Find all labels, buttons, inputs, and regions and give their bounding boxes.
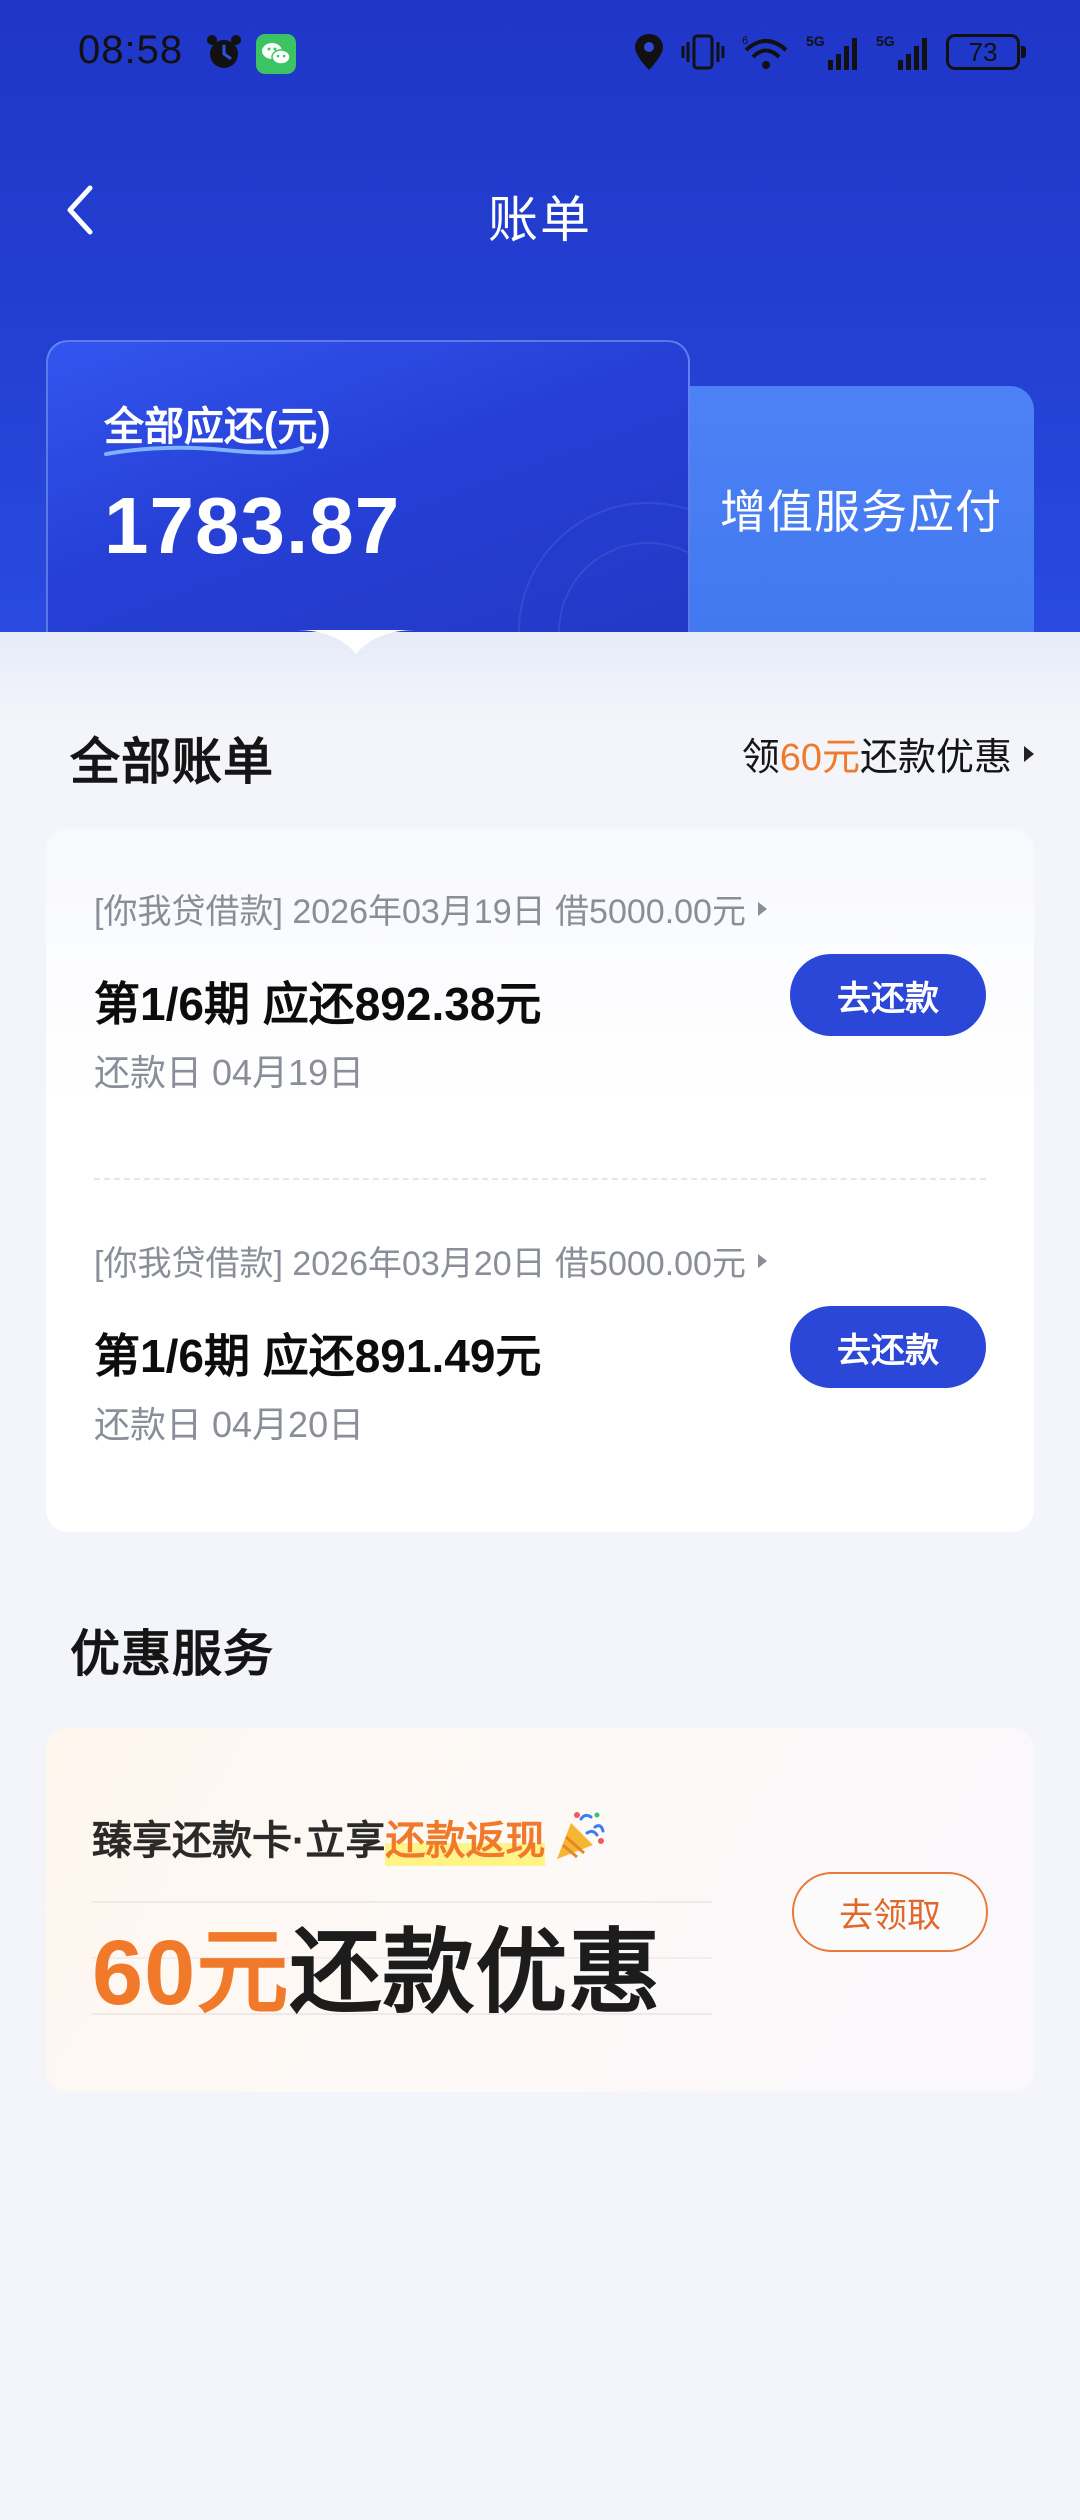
bill-loan-info-text: [你我贷借款] 2026年03月19日 借5000.00元 [94, 893, 746, 931]
label-underline-decoration [104, 445, 304, 456]
bill-loan-info-text: [你我贷借款] 2026年03月20日 借5000.00元 [94, 1245, 746, 1283]
5g-signal-icon: 5G [806, 33, 857, 70]
claim-button[interactable]: 去领取 [792, 1872, 988, 1952]
promo-subtitle: 臻享还款卡·立享 还款返现 [92, 1808, 607, 1866]
offer-link-prefix: 领 [741, 737, 780, 779]
status-time: 08:58 [78, 28, 184, 72]
tab-value-added-services-label: 增值服务应付 [720, 486, 1002, 538]
bill-loan-info[interactable]: [你我贷借款] 2026年03月19日 借5000.00元 [94, 884, 986, 933]
tab-value-added-services[interactable]: 增值服务应付 [688, 386, 1034, 640]
svg-text:6: 6 [742, 35, 748, 47]
promo-headline: 60元还款优惠 [92, 1898, 661, 2031]
caret-right-icon [757, 1253, 767, 1268]
5g-signal-icon: 5G [876, 33, 927, 70]
bill-page: 08:58 6 5G 5G 73 账单 增值服务应付 全部应还(元) 1783.… [0, 0, 1080, 2520]
bill-loan-info[interactable]: [你我贷借款] 2026年03月20日 借5000.00元 [94, 1236, 986, 1285]
wifi-icon: 6 [742, 35, 788, 69]
page-title: 账单 [488, 192, 592, 248]
status-bar: 08:58 6 5G 5G 73 [0, 0, 1080, 110]
wechat-icon [256, 34, 296, 74]
total-due-amount: 1783.87 [104, 481, 401, 570]
battery-icon: 73 [946, 34, 1026, 70]
offer-link-suffix: 还款优惠 [859, 737, 1012, 779]
promo-subtitle-highlight: 还款返现 [385, 1808, 546, 1866]
repay-button[interactable]: 去还款 [790, 1306, 986, 1388]
tab-pointer [296, 630, 416, 654]
offer-link-amount: 60元 [779, 737, 860, 779]
caret-right-icon [757, 901, 767, 916]
repayment-card-promo[interactable]: 臻享还款卡·立享 还款返现 60元还款优惠 去领取 [46, 1728, 1034, 2092]
bill-due-date: 还款日 04月20日 [94, 1404, 365, 1445]
tab-total-due[interactable]: 全部应还(元) 1783.87 [46, 340, 690, 640]
repay-button[interactable]: 去还款 [790, 954, 986, 1036]
bills-card: [你我贷借款] 2026年03月19日 借5000.00元 第1/6期 应还89… [46, 828, 1034, 1532]
bill-installment-amount: 第1/6期 应还891.49元 [94, 1330, 542, 1382]
bill-item[interactable]: [你我贷借款] 2026年03月20日 借5000.00元 第1/6期 应还89… [94, 1236, 986, 1466]
location-icon [635, 34, 663, 70]
all-bills-title: 全部账单 [70, 734, 274, 790]
repayment-offer-link[interactable]: 领 60元 还款优惠 [742, 726, 1034, 781]
promo-headline-amount: 60元 [92, 1922, 290, 2024]
svg-text:5G: 5G [876, 33, 895, 49]
discount-services-title: 优惠服务 [70, 1626, 274, 1682]
svg-text:5G: 5G [806, 33, 825, 49]
vibrate-icon [681, 34, 725, 70]
caret-right-icon [1024, 745, 1034, 762]
bill-item[interactable]: [你我贷借款] 2026年03月19日 借5000.00元 第1/6期 应还89… [94, 884, 986, 1114]
party-popper-icon [557, 1812, 605, 1859]
promo-headline-text: 还款优惠 [289, 1922, 662, 2024]
bill-due-date: 还款日 04月19日 [94, 1052, 365, 1093]
divider [94, 1178, 986, 1180]
status-icons: 6 5G 5G 73 [632, 30, 1026, 74]
bill-installment-amount: 第1/6期 应还892.38元 [94, 978, 542, 1030]
alarm-icon [207, 35, 241, 68]
promo-subtitle-prefix: 臻享还款卡·立享 [92, 1819, 386, 1863]
